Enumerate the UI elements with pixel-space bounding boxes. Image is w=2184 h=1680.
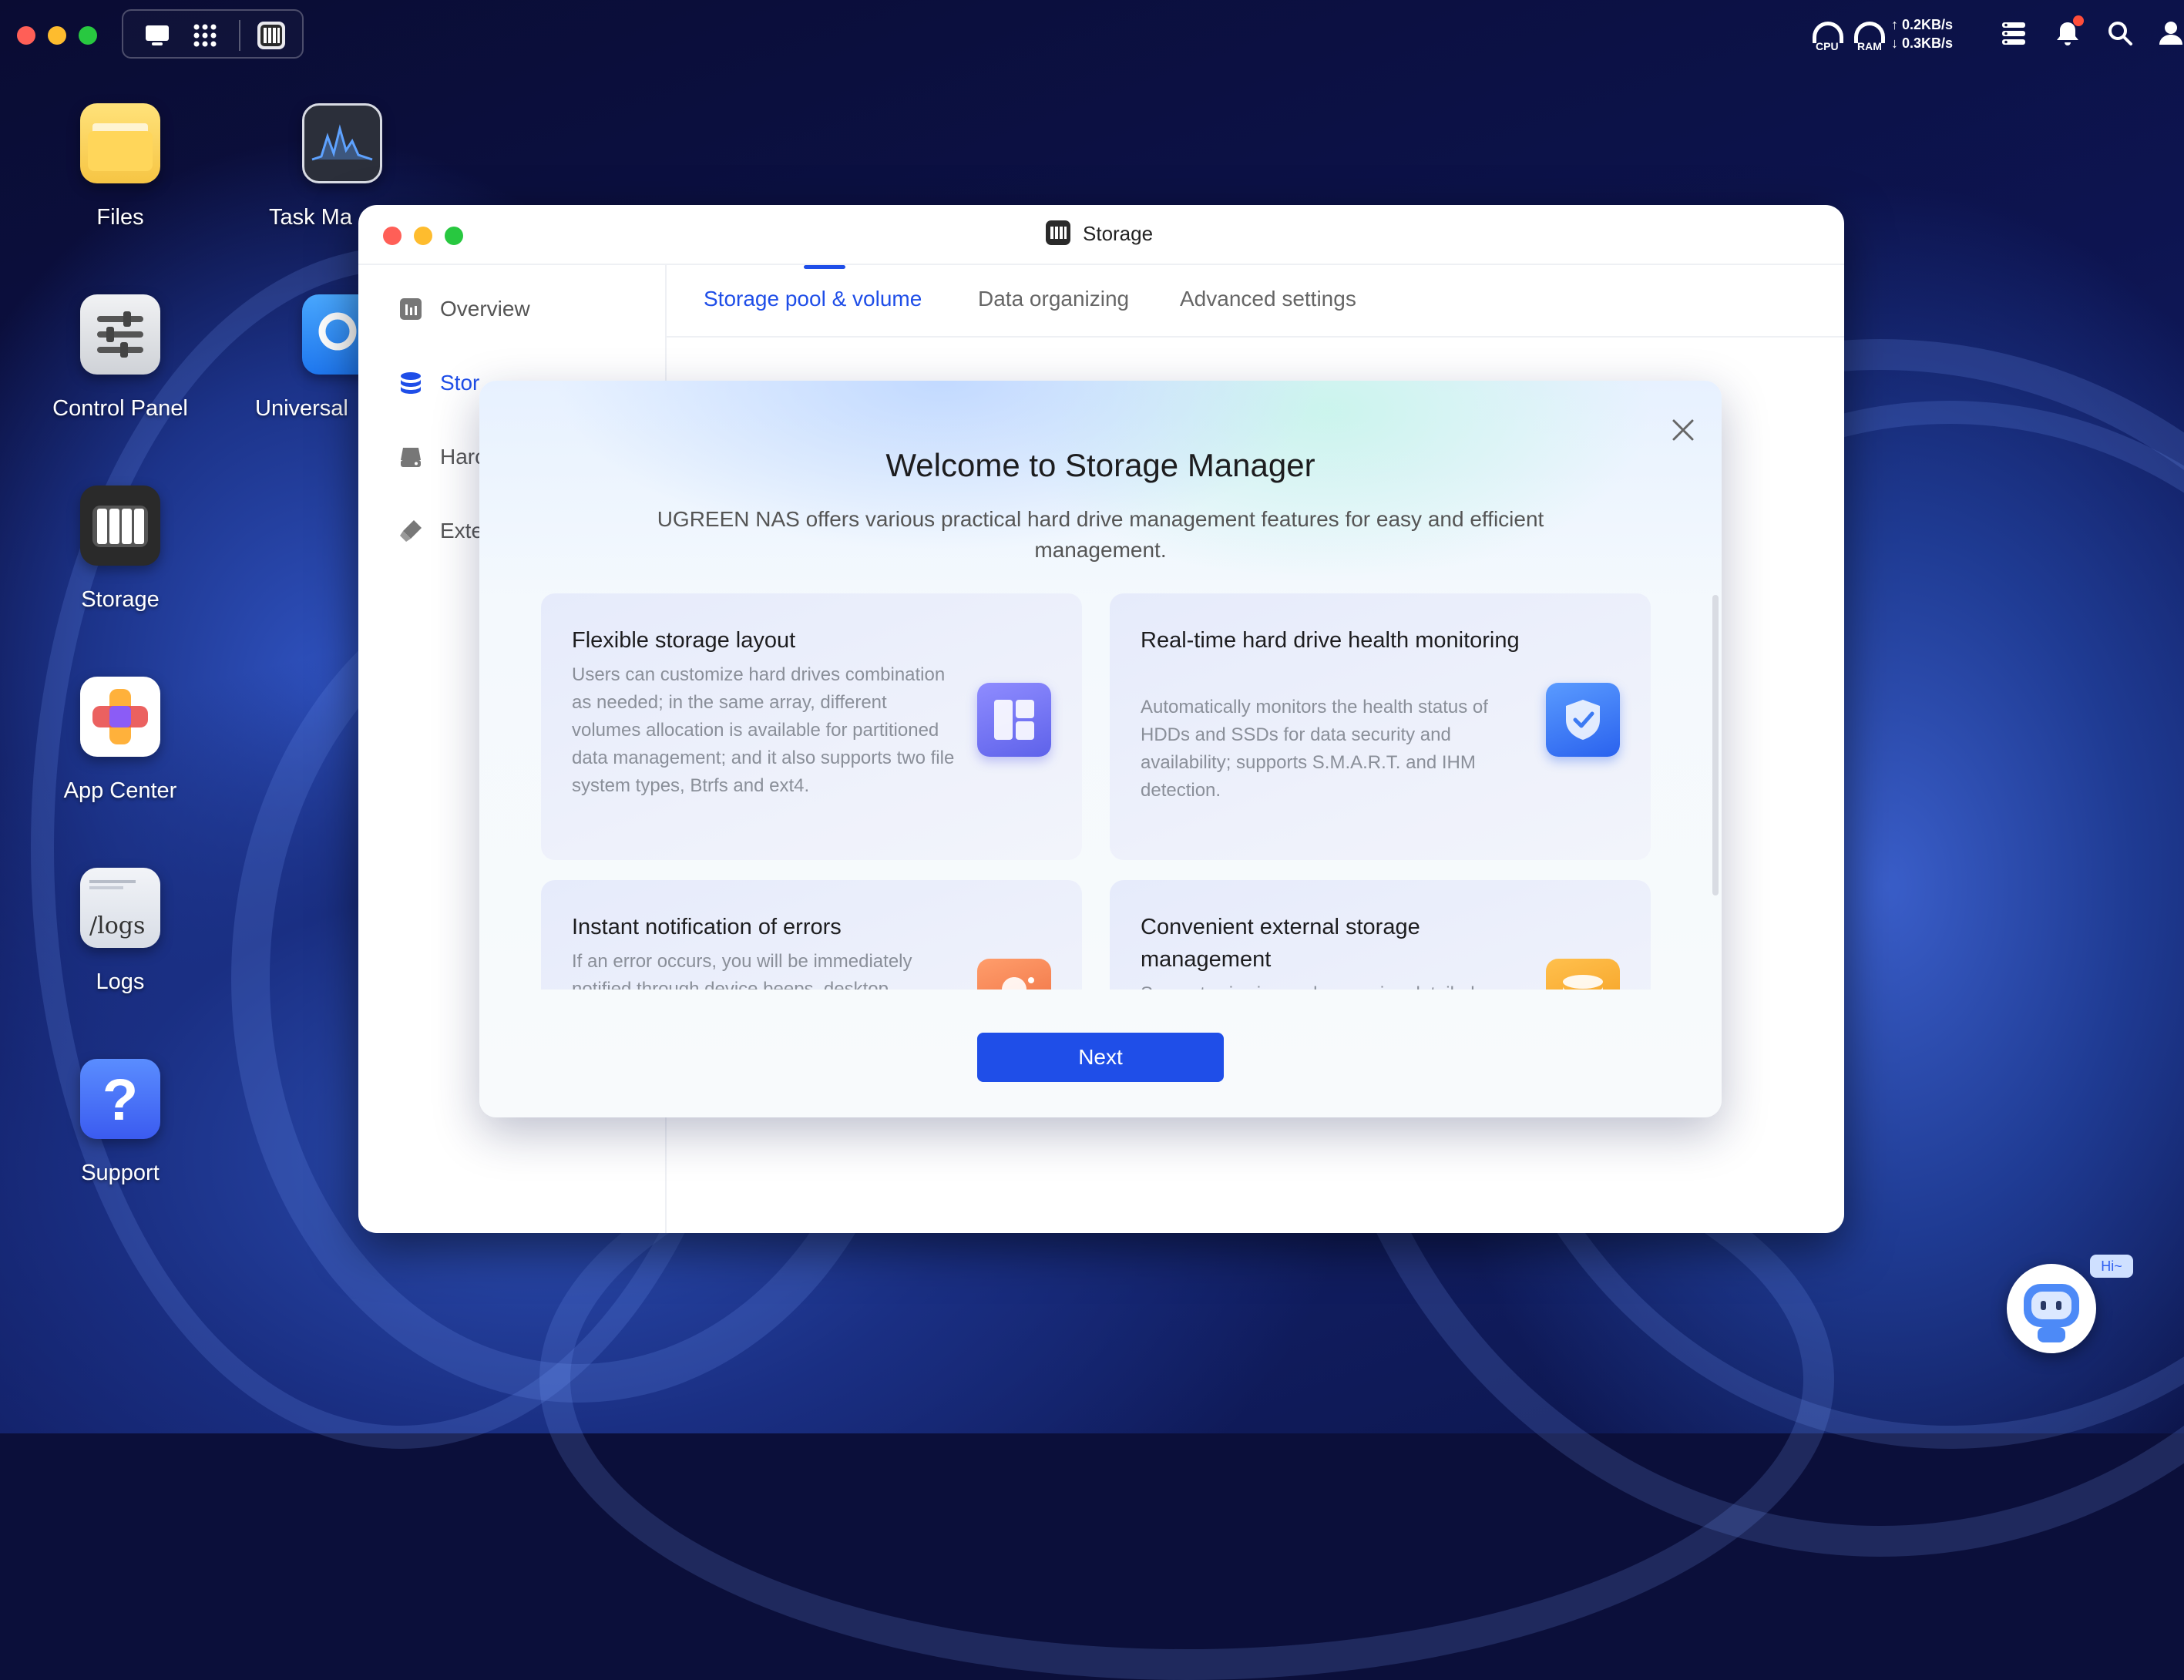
desktop-app-label: Files <box>96 205 144 230</box>
bell-icon <box>977 959 1051 990</box>
close-icon[interactable] <box>1668 415 1698 445</box>
desktop-close-dot[interactable] <box>17 26 35 45</box>
sidebar-item-label: Overview <box>440 297 530 321</box>
control-panel-icon <box>80 294 160 375</box>
feature-card-error-notification: Instant notification of errors If an err… <box>541 880 1082 990</box>
next-button[interactable]: Next <box>977 1033 1224 1082</box>
feature-cards-scroll[interactable]: Flexible storage layout Users can custom… <box>541 593 1651 990</box>
hard-drive-icon <box>401 448 421 467</box>
database-icon <box>401 372 421 394</box>
storage-taskbar-icon[interactable] <box>256 20 287 51</box>
storage-title-icon <box>1046 220 1070 245</box>
overview-icon <box>400 298 422 320</box>
sidebar-item-overview[interactable]: Overview <box>398 290 530 328</box>
task-list-icon[interactable] <box>2001 20 2027 50</box>
task-manager-icon <box>302 103 382 183</box>
window-minimize-button[interactable] <box>414 227 432 245</box>
feature-card-external-storage: Convenient external storage management S… <box>1110 880 1651 990</box>
notification-badge <box>2073 15 2084 26</box>
sidebar-item-external[interactable]: Exte <box>398 512 483 550</box>
window-close-button[interactable] <box>383 227 402 245</box>
support-icon: ? <box>80 1059 160 1139</box>
active-tab-indicator <box>804 265 845 269</box>
ram-label: RAM <box>1857 40 1882 52</box>
cpu-label: CPU <box>1816 40 1839 52</box>
desktop-icon[interactable] <box>142 20 173 51</box>
desktop-app-logs[interactable]: /logs Logs <box>32 868 209 995</box>
tab-bar: Storage pool & volume Data organizing Ad… <box>667 265 1844 338</box>
window-title: Storage <box>1083 222 1154 245</box>
sidebar-item-label: Stor <box>440 371 480 395</box>
feature-card-flexible-layout: Flexible storage layout Users can custom… <box>541 593 1082 860</box>
window-titlebar[interactable]: Storage <box>358 205 1844 265</box>
feature-card-desc: Automatically monitors the health status… <box>1141 697 1488 801</box>
desktop-app-storage[interactable]: Storage <box>32 486 209 613</box>
desktop-app-app-center[interactable]: App Center <box>32 677 209 804</box>
feature-card-desc: Supports viewing and accessing detailed <box>1141 980 1526 990</box>
layout-icon <box>977 683 1051 757</box>
desktop-minimize-dot[interactable] <box>48 26 66 45</box>
taskbar-divider <box>239 20 240 51</box>
feature-card-title: Convenient external storage management <box>1141 915 1420 972</box>
sidebar-item-hard-drive[interactable]: Harc <box>398 438 486 476</box>
sidebar-item-storage[interactable]: Stor <box>398 364 479 402</box>
notification-bell-icon[interactable] <box>2055 15 2084 52</box>
desktop-app-control-panel[interactable]: Control Panel <box>32 294 209 422</box>
shield-check-icon <box>1546 683 1620 757</box>
desktop-app-files[interactable]: Files <box>32 103 209 230</box>
download-rate: ↓ 0.3KB/s <box>1891 35 1954 51</box>
upload-rate: ↑ 0.2KB/s <box>1891 17 1954 32</box>
feature-card-title: Flexible storage layout <box>572 628 796 653</box>
storage-icon <box>80 486 160 566</box>
logs-icon: /logs <box>80 868 160 948</box>
desktop-app-label: Control Panel <box>52 396 188 421</box>
app-grid-icon[interactable] <box>190 20 220 51</box>
user-icon[interactable] <box>2158 20 2184 50</box>
feature-card-desc: Users can customize hard drives combinat… <box>572 664 955 796</box>
desktop-app-label: Support <box>81 1161 160 1185</box>
disk-stack-icon <box>1546 959 1620 990</box>
assistant-greeting-bubble[interactable]: Hi~ <box>2090 1255 2133 1278</box>
feature-card-title: Real-time hard drive health monitoring <box>1141 628 1520 653</box>
window-maximize-button[interactable] <box>445 227 463 245</box>
desktop-app-support[interactable]: ? Support <box>32 1059 209 1186</box>
desktop-app-label: Storage <box>81 587 160 612</box>
tab-storage-pool-volume[interactable]: Storage pool & volume <box>704 287 922 311</box>
taskbar <box>122 9 304 59</box>
folder-icon <box>80 103 160 183</box>
cpu-gauge[interactable]: CPU <box>1811 18 1845 52</box>
feature-card-title: Instant notification of errors <box>572 915 842 939</box>
external-storage-icon <box>400 520 422 542</box>
desktop-app-label: Logs <box>96 969 145 994</box>
assistant-bot-icon[interactable] <box>2007 1264 2096 1353</box>
dialog-title: Welcome to Storage Manager <box>885 447 1315 483</box>
search-icon[interactable] <box>2107 20 2133 50</box>
desktop-maximize-dot[interactable] <box>79 26 97 45</box>
feature-card-desc: If an error occurs, you will be immediat… <box>572 951 912 990</box>
ram-gauge[interactable]: RAM <box>1853 18 1887 52</box>
feature-card-health-monitoring: Real-time hard drive health monitoring A… <box>1110 593 1651 860</box>
cards-scrollbar[interactable] <box>1712 595 1719 895</box>
dialog-subtitle: UGREEN NAS offers various practical hard… <box>657 507 1544 562</box>
desktop-app-label: App Center <box>63 778 177 803</box>
app-center-icon <box>80 677 160 757</box>
tab-advanced-settings[interactable]: Advanced settings <box>1180 287 1356 311</box>
sidebar-item-label: Exte <box>440 519 484 543</box>
tab-data-organizing[interactable]: Data organizing <box>978 287 1129 311</box>
welcome-dialog: Welcome to Storage Manager UGREEN NAS of… <box>479 381 1722 1117</box>
